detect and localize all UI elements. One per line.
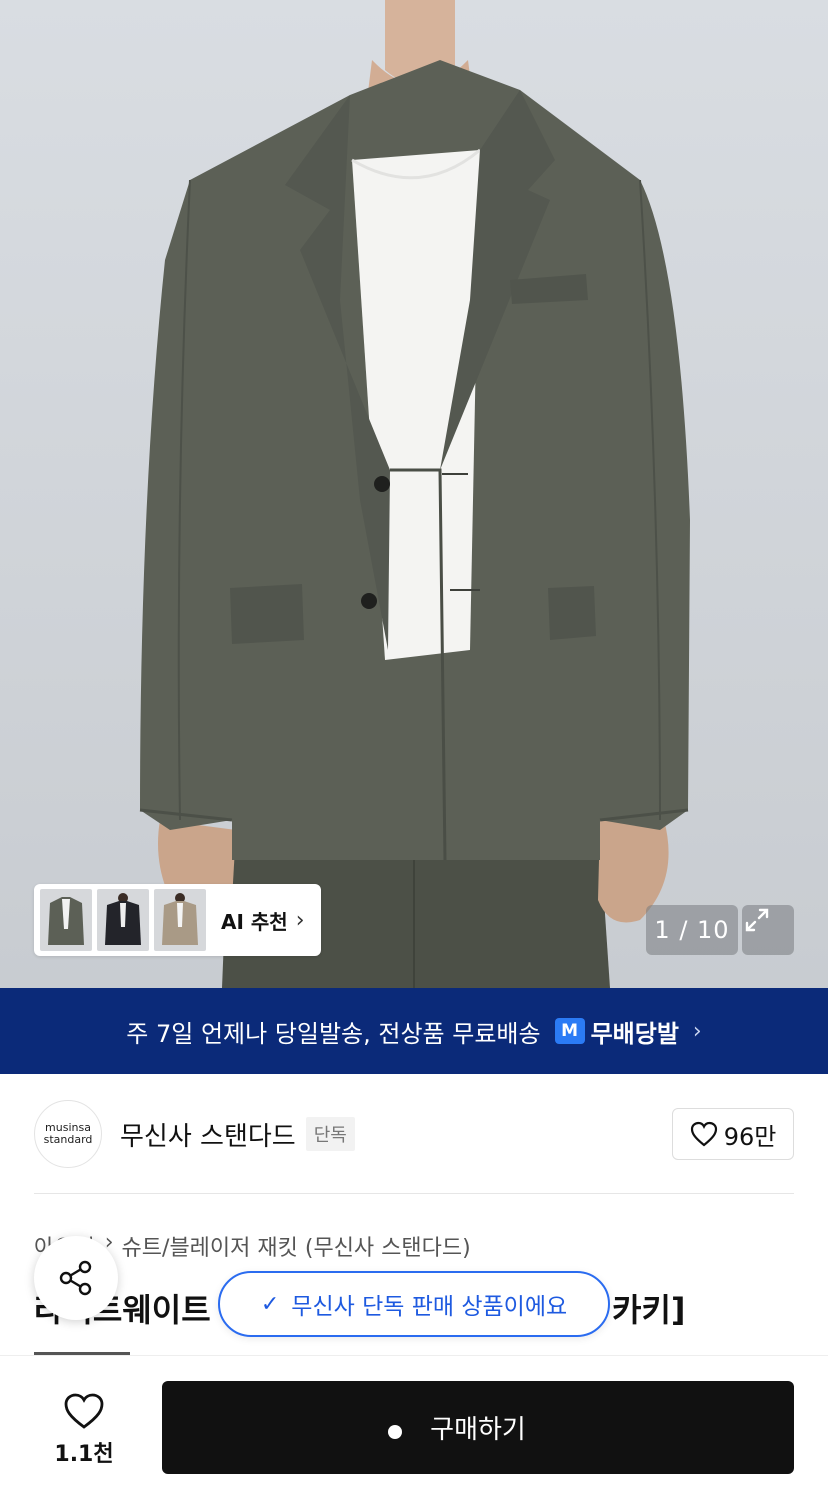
product-main-image[interactable]: AI 추천 › 1 / 10 bbox=[0, 0, 828, 988]
share-button[interactable] bbox=[34, 1236, 118, 1320]
ai-recommend-strip[interactable]: AI 추천 › bbox=[34, 884, 321, 956]
expand-icon bbox=[745, 908, 769, 932]
brand-like-button[interactable]: 96만 bbox=[672, 1108, 794, 1160]
chevron-right-icon: › bbox=[295, 907, 305, 933]
ai-recommend-label: AI 추천 bbox=[221, 909, 288, 934]
chevron-right-icon: › bbox=[692, 1018, 702, 1044]
image-counter: 1 / 10 bbox=[646, 905, 738, 955]
thumbnail-black[interactable] bbox=[97, 889, 149, 951]
wishlist-count: 1.1천 bbox=[54, 1442, 114, 1467]
heart-icon bbox=[64, 1393, 104, 1429]
divider bbox=[34, 1193, 794, 1194]
buy-button[interactable]: 구매하기 bbox=[162, 1381, 794, 1474]
heart-icon bbox=[690, 1121, 717, 1147]
product-detail-page: AI 추천 › 1 / 10 주 7일 언제나 당일발송, 전상품 무료배송 M… bbox=[0, 0, 828, 1500]
breadcrumb-category[interactable]: 슈트/블레이저 재킷 (무신사 스탠다드) bbox=[122, 1230, 471, 1262]
model-photo bbox=[139, 0, 690, 988]
brand-name[interactable]: 무신사 스탠다드 bbox=[120, 1116, 296, 1153]
share-icon bbox=[59, 1260, 92, 1296]
product-title-right: 카키] bbox=[612, 1291, 686, 1329]
brand-row: musinsa standard 무신사 스탠다드 단독 96만 bbox=[34, 1098, 794, 1170]
touch-indicator bbox=[388, 1425, 402, 1439]
expand-button[interactable] bbox=[742, 905, 794, 955]
toast-text: 무신사 단독 판매 상품이에요 bbox=[291, 1294, 568, 1320]
brand-like-count: 96만 bbox=[723, 1122, 777, 1151]
shipping-brand: 무배당발 bbox=[590, 1019, 679, 1048]
shipping-banner[interactable]: 주 7일 언제나 당일발송, 전상품 무료배송 M 무배당발 › bbox=[0, 988, 828, 1074]
thumbnail-beige[interactable] bbox=[154, 889, 206, 951]
exclusive-toast: ✓ 무신사 단독 판매 상품이에요 bbox=[218, 1271, 610, 1337]
shipping-text: 주 7일 언제나 당일발송, 전상품 무료배송 bbox=[126, 1019, 541, 1048]
ai-recommend-link[interactable]: AI 추천 › bbox=[221, 906, 305, 935]
buy-label: 구매하기 bbox=[430, 1415, 526, 1445]
wishlist-button[interactable]: 1.1천 bbox=[34, 1385, 134, 1475]
brand-logo[interactable]: musinsa standard bbox=[34, 1100, 102, 1168]
thumbnail-olive[interactable] bbox=[40, 889, 92, 951]
musinsa-m-icon: M bbox=[554, 1018, 585, 1044]
exclusive-badge: 단독 bbox=[305, 1117, 355, 1151]
check-icon: ✓ bbox=[260, 1291, 280, 1317]
